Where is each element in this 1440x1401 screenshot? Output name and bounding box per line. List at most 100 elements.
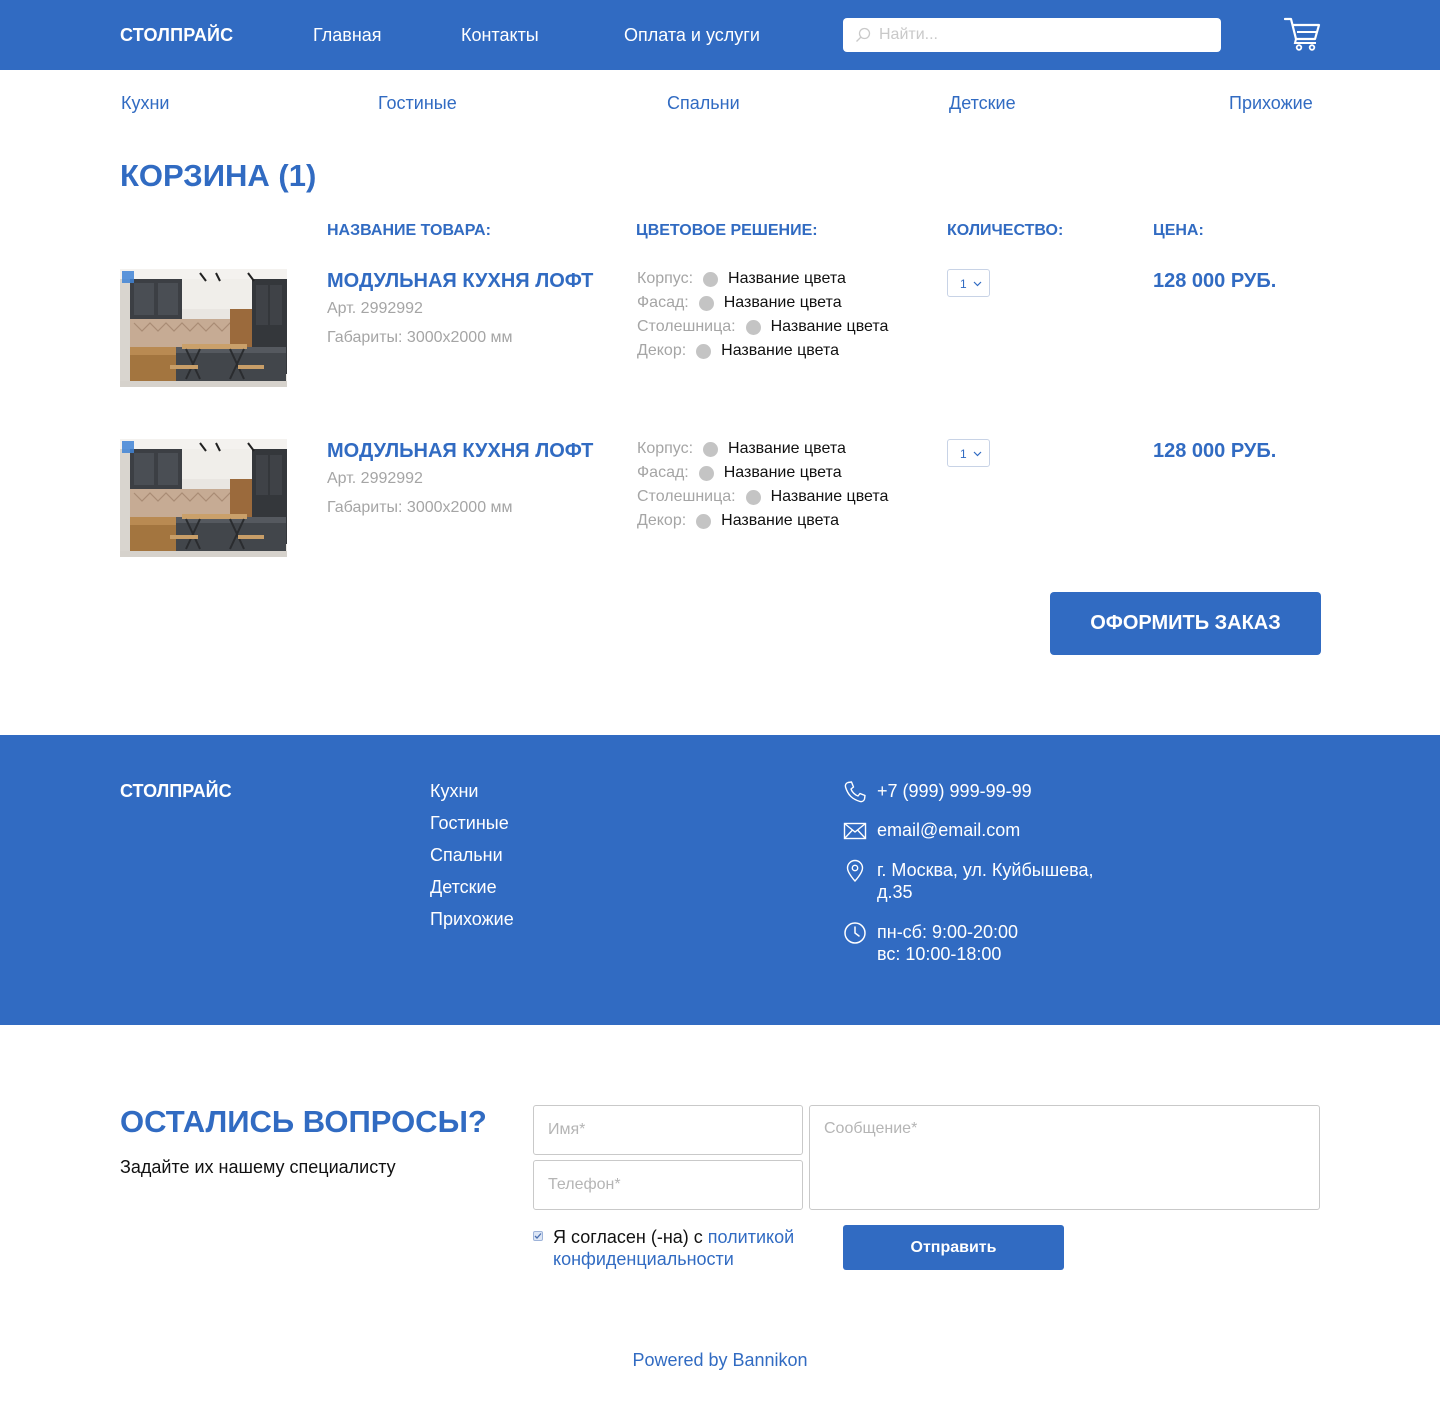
product-article: Арт. 2992992: [327, 300, 423, 317]
color-option-countertop: Столешница: Название цвета: [637, 318, 888, 336]
location-pin-icon: [846, 859, 864, 883]
category-bedrooms[interactable]: Спальни: [667, 93, 740, 114]
product-image[interactable]: [120, 269, 287, 387]
quantity-select[interactable]: 1: [947, 269, 990, 297]
checkmark-icon: [534, 1233, 542, 1239]
footer-link-living-rooms[interactable]: Гостиные: [430, 813, 509, 834]
color-swatch: [745, 489, 761, 505]
color-swatch: [698, 295, 714, 311]
product-name[interactable]: МОДУЛЬНАЯ КУХНЯ ЛОФТ: [327, 270, 593, 293]
option-label: Декор:: [637, 512, 687, 529]
address-line-1: г. Москва, ул. Куйбышева,: [877, 860, 1094, 880]
product-dimensions: Габариты: 3000x2000 мм: [327, 499, 513, 516]
footer-phone[interactable]: +7 (999) 999-99-99: [843, 780, 1032, 804]
site-footer: СТОЛПРАЙС Кухни Гостиные Спальни Детские…: [0, 735, 1440, 1025]
hours-sunday: вс: 10:00-18:00: [877, 944, 1002, 964]
consent-label: Я согласен (-на) с политикой конфиденциа…: [553, 1226, 843, 1270]
address-line-2: д.35: [877, 882, 913, 902]
search-box[interactable]: [843, 18, 1221, 52]
consent-text: Я согласен (-на) с: [553, 1227, 708, 1247]
footer-link-hallways[interactable]: Прихожие: [430, 909, 514, 930]
hours-weekdays: пн-сб: 9:00-20:00: [877, 922, 1019, 942]
category-hallways[interactable]: Прихожие: [1229, 93, 1313, 114]
name-field[interactable]: [533, 1105, 803, 1155]
color-option-decor: Декор: Название цвета: [637, 342, 839, 360]
column-header-color: ЦВЕТОВОЕ РЕШЕНИЕ:: [636, 222, 818, 239]
search-icon: [856, 27, 871, 42]
quantity-value: 1: [960, 277, 967, 291]
color-swatch: [696, 513, 712, 529]
powered-by[interactable]: Powered by Bannikon: [0, 1350, 1440, 1371]
column-header-price: ЦЕНА:: [1153, 222, 1204, 239]
search-input[interactable]: [879, 18, 1209, 52]
send-button[interactable]: Отправить: [843, 1225, 1064, 1270]
product-name[interactable]: МОДУЛЬНАЯ КУХНЯ ЛОФТ: [327, 440, 593, 463]
phone-field[interactable]: [533, 1160, 803, 1210]
option-value: Название цвета: [721, 342, 839, 359]
color-option-facade: Фасад: Название цвета: [637, 464, 842, 482]
option-value: Название цвета: [770, 318, 889, 335]
place-order-button[interactable]: ОФОРМИТЬ ЗАКАЗ: [1050, 592, 1321, 655]
cart-item: МОДУЛЬНАЯ КУХНЯ ЛОФТ Арт. 2992992 Габари…: [0, 439, 1440, 569]
mail-icon: [843, 822, 867, 840]
page-title: КОРЗИНА (1): [120, 158, 317, 193]
color-option-countertop: Столешница: Название цвета: [637, 488, 888, 506]
option-value: Название цвета: [770, 488, 889, 505]
color-swatch: [703, 271, 719, 287]
quantity-value: 1: [960, 447, 967, 461]
option-value: Название цвета: [721, 512, 839, 529]
color-option-body: Корпус: Название цвета: [637, 270, 846, 288]
questions-subtitle: Задайте их нашему специалисту: [120, 1157, 396, 1177]
message-field[interactable]: [809, 1105, 1320, 1210]
cart-icon[interactable]: [1284, 17, 1322, 51]
footer-email[interactable]: email@email.com: [843, 819, 1020, 843]
product-price: 128 000 РУБ.: [1153, 440, 1277, 462]
product-dimensions: Габариты: 3000x2000 мм: [327, 329, 513, 346]
chevron-down-icon: [973, 281, 982, 287]
option-label: Корпус:: [637, 440, 694, 457]
option-value: Название цвета: [723, 294, 842, 311]
chevron-down-icon: [973, 451, 982, 457]
phone-number: +7 (999) 999-99-99: [877, 781, 1032, 801]
color-swatch: [703, 441, 719, 457]
option-label: Корпус:: [637, 270, 694, 287]
color-swatch: [745, 319, 761, 335]
consent-checkbox[interactable]: [533, 1231, 543, 1241]
category-kitchens[interactable]: Кухни: [121, 93, 169, 114]
quantity-select[interactable]: 1: [947, 439, 990, 467]
nav-link-payment[interactable]: Оплата и услуги: [624, 25, 760, 46]
footer-address: г. Москва, ул. Куйбышева, д.35: [843, 859, 1094, 903]
column-header-qty: КОЛИЧЕСТВО:: [947, 222, 1064, 239]
column-header-name: НАЗВАНИЕ ТОВАРА:: [327, 222, 491, 239]
option-label: Фасад:: [637, 294, 689, 311]
category-kids[interactable]: Детские: [949, 93, 1016, 114]
color-swatch: [698, 465, 714, 481]
option-label: Столешница:: [637, 318, 736, 335]
category-living-rooms[interactable]: Гостиные: [378, 93, 457, 114]
nav-link-home[interactable]: Главная: [313, 25, 382, 46]
color-option-facade: Фасад: Название цвета: [637, 294, 842, 312]
footer-logo[interactable]: СТОЛПРАЙС: [120, 781, 232, 802]
option-value: Название цвета: [728, 270, 846, 287]
site-logo[interactable]: СТОЛПРАЙС: [120, 25, 233, 46]
product-price: 128 000 РУБ.: [1153, 270, 1277, 292]
option-label: Фасад:: [637, 464, 689, 481]
option-label: Столешница:: [637, 488, 736, 505]
option-value: Название цвета: [723, 464, 842, 481]
footer-link-bedrooms[interactable]: Спальни: [430, 845, 503, 866]
color-option-decor: Декор: Название цвета: [637, 512, 839, 530]
top-header: СТОЛПРАЙС Главная Контакты Оплата и услу…: [0, 0, 1440, 70]
footer-link-kids[interactable]: Детские: [430, 877, 497, 898]
footer-link-kitchens[interactable]: Кухни: [430, 781, 478, 802]
footer-hours: пн-сб: 9:00-20:00 вс: 10:00-18:00: [843, 921, 1018, 965]
cart-item: МОДУЛЬНАЯ КУХНЯ ЛОФТ Арт. 2992992 Габари…: [0, 269, 1440, 399]
clock-icon: [844, 922, 866, 944]
nav-link-contacts[interactable]: Контакты: [461, 25, 539, 46]
product-image[interactable]: [120, 439, 287, 557]
phone-icon: [844, 781, 866, 803]
option-label: Декор:: [637, 342, 687, 359]
product-article: Арт. 2992992: [327, 470, 423, 487]
option-value: Название цвета: [728, 440, 846, 457]
color-swatch: [696, 343, 712, 359]
color-option-body: Корпус: Название цвета: [637, 440, 846, 458]
